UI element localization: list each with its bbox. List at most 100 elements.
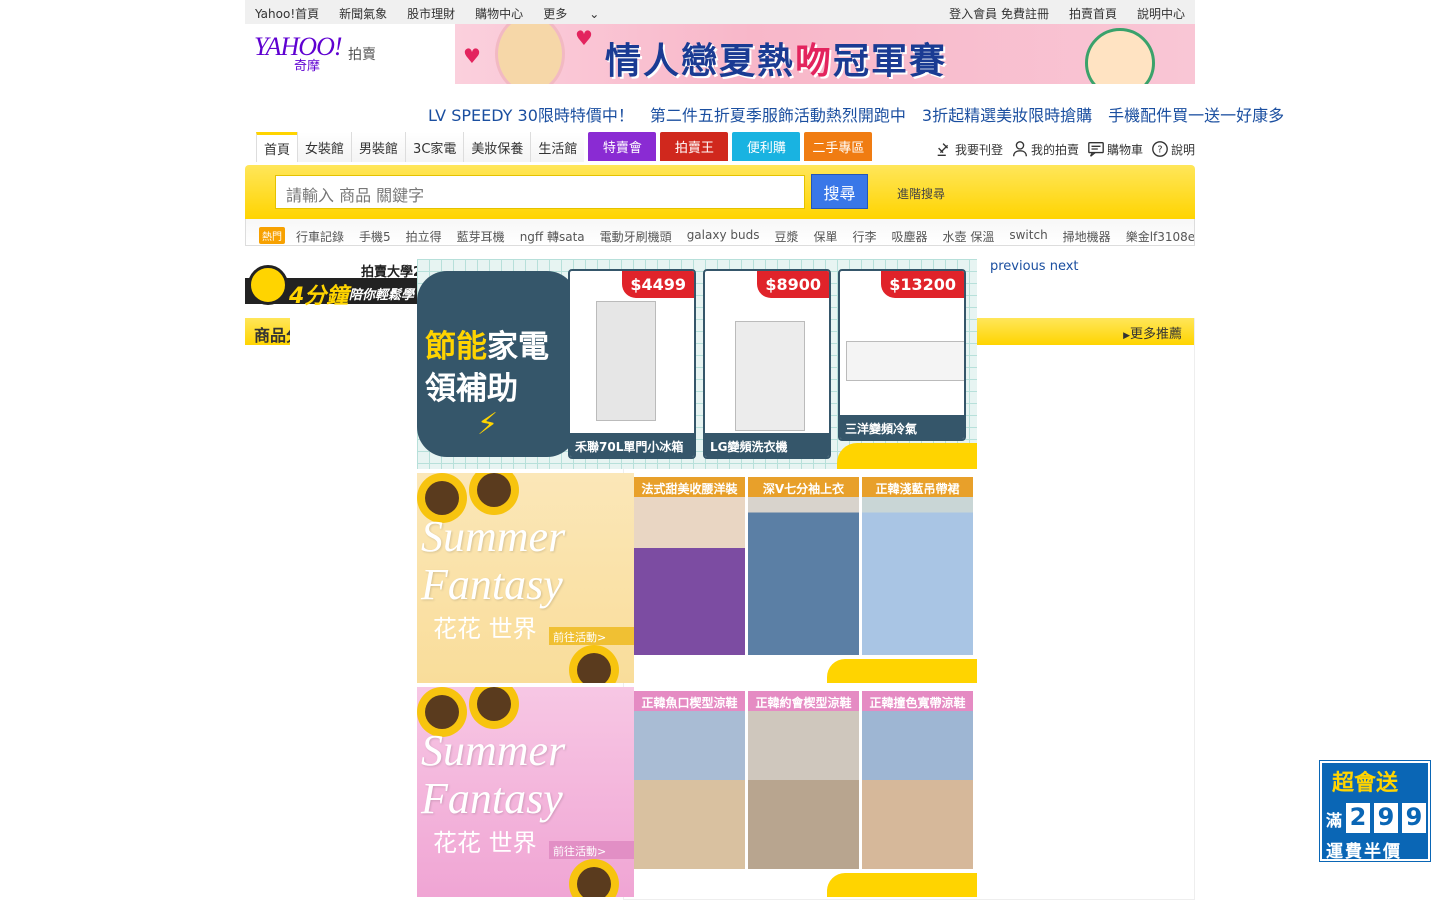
product-name: 三洋變頻冷氣 (840, 415, 964, 439)
tab-sale[interactable]: 特賣會 (588, 132, 657, 161)
help-center-link[interactable]: 說明中心 (1137, 5, 1185, 22)
hot-keyword[interactable]: switch (1009, 228, 1047, 245)
hot-keyword[interactable]: 拍立得 (406, 228, 442, 245)
product-label: 正韓淺藍吊帶裙 (862, 477, 973, 497)
hot-keyword[interactable]: 豆漿 (774, 228, 798, 245)
hot-keyword[interactable]: 樂金lf3108e (1126, 228, 1194, 245)
hot-keyword[interactable]: ngff 轉sata (520, 228, 585, 245)
top-nav-link[interactable]: 購物中心 (475, 5, 523, 22)
hot-keyword[interactable]: 電動牙刷機頭 (600, 228, 672, 245)
hot-keyword[interactable]: 行李 (853, 228, 877, 245)
next-link[interactable]: next (1050, 259, 1079, 274)
help-label: 說明 (1170, 143, 1195, 157)
fashion-ad-dresses[interactable]: Summer Fantasy 花花 世界 前往活動> 法式甜美收腰洋裝 深V七分… (417, 473, 977, 683)
user-icon (1012, 141, 1027, 157)
product-price: $4499 (622, 271, 694, 298)
promo-links: LV SPEEDY 30限時特價中！ 第二件五折夏季服飾活動熱烈開跑中 3折起精… (428, 102, 1284, 126)
gavel-icon (937, 143, 949, 156)
category-tabs: 首頁 女裝館 男裝館 3C家電 美妝保養 生活館 特賣會 拍賣王 便利購 二手專… (256, 132, 873, 162)
ad-left-panel: Summer Fantasy 花花 世界 前往活動> (417, 687, 634, 897)
more-recommend-link[interactable]: 更多推薦 (1130, 327, 1182, 342)
delivery-title: 超會送 (1332, 771, 1399, 796)
appliance-ad[interactable]: 節能家電 領補助 ⚡ $4499 禾聯70L單門小冰箱 $8900 LG變頻洗衣… (417, 259, 977, 469)
chevron-down-icon: ⌄ (589, 7, 600, 21)
sunflower-icon (577, 653, 611, 683)
washer-image (735, 321, 805, 431)
tab-home[interactable]: 首頁 (256, 132, 298, 162)
auction-home-link[interactable]: 拍賣首頁 (1069, 5, 1117, 22)
product-tile[interactable]: 法式甜美收腰洋裝 (634, 477, 745, 655)
top-nav-bar: Yahoo!首頁 新聞氣象 股市理財 購物中心 更多 ⌄ 登入會員 免費註冊 拍賣… (245, 0, 1195, 24)
hot-keyword[interactable]: 行車記錄 (296, 228, 344, 245)
product-card[interactable]: $8900 LG變頻洗衣機 (703, 269, 831, 459)
product-tile[interactable]: 正韓約會楔型涼鞋 (748, 691, 859, 869)
product-price: $8900 (757, 271, 829, 298)
product-card[interactable]: $4499 禾聯70L單門小冰箱 (568, 269, 696, 459)
uni-main-text: 4分鐘 (289, 284, 349, 309)
top-nav-link[interactable]: Yahoo!首頁 (255, 5, 319, 22)
search-button[interactable]: 搜尋 (811, 174, 868, 209)
hot-keyword[interactable]: 吸塵器 (892, 228, 928, 245)
promo-link[interactable]: 3折起精選美妝限時搶購 (922, 102, 1092, 126)
delivery-threshold-label: 滿 (1326, 811, 1343, 830)
more-menu[interactable]: 更多 ⌄ (543, 5, 619, 22)
hot-keyword[interactable]: 藍芽耳機 (457, 228, 505, 245)
banner-text-b: 冠軍賽 (833, 41, 948, 82)
product-card[interactable]: $13200 三洋變頻冷氣 (838, 269, 966, 441)
product-label: 正韓撞色寬帶涼鞋 (862, 691, 973, 711)
tab-men[interactable]: 男裝館 (351, 132, 406, 162)
chat-icon (1088, 142, 1104, 157)
heart-icon: ♥ (463, 44, 481, 68)
hot-keyword[interactable]: 掃地機器 (1063, 228, 1111, 245)
product-price: $13200 (881, 271, 964, 298)
ad-go-link[interactable]: 前往活動> (549, 841, 634, 859)
my-auction-link[interactable]: 我的拍賣 (1011, 140, 1079, 158)
tab-easy[interactable]: 便利購 (732, 132, 801, 161)
sell-link[interactable]: 我要刊登 (935, 140, 1003, 158)
cart-link[interactable]: 購物車 (1087, 140, 1143, 158)
help-icon: ? (1152, 141, 1168, 157)
hot-keyword[interactable]: 水壺 保溫 (943, 228, 995, 245)
product-tile[interactable]: 正韓魚口楔型涼鞋 (634, 691, 745, 869)
play-icon: ▶ (1123, 331, 1130, 341)
sunflower-icon (425, 695, 459, 729)
promo-link[interactable]: LV SPEEDY 30限時特價中！ (428, 102, 634, 126)
product-tile[interactable]: 深V七分袖上衣 (748, 477, 859, 655)
top-banner-ad[interactable]: ♥ ♥ 情人戀夏熱吻冠軍賽 (455, 24, 1195, 84)
tab-women[interactable]: 女裝館 (297, 132, 352, 162)
search-input[interactable]: 請輸入 商品 關鍵字 (275, 175, 805, 209)
previous-link[interactable]: previous (990, 259, 1046, 274)
hot-keyword[interactable]: galaxy buds (687, 228, 760, 245)
login-register-link[interactable]: 登入會員 免費註冊 (949, 5, 1049, 22)
product-name: 禾聯70L單門小冰箱 (570, 433, 694, 457)
top-nav-link[interactable]: 新聞氣象 (339, 5, 387, 22)
ad-script-2: Fantasy (421, 774, 563, 823)
hot-keyword[interactable]: 手機5 (359, 228, 391, 245)
product-tile[interactable]: 正韓撞色寬帶涼鞋 (862, 691, 973, 869)
product-label: 正韓魚口楔型涼鞋 (634, 691, 745, 711)
tab-3c[interactable]: 3C家電 (405, 132, 464, 162)
promo-link[interactable]: 手機配件買一送一好康多 (1108, 102, 1284, 126)
ad-go-link[interactable]: 前往活動> (549, 627, 634, 645)
ad-decor-bar (827, 873, 977, 897)
hot-keywords: 熱門 行車記錄 手機5 拍立得 藍芽耳機 ngff 轉sata 電動牙刷機頭 galaxy … (245, 219, 1195, 246)
tab-life[interactable]: 生活館 (530, 132, 585, 162)
top-nav-link[interactable]: 股市理財 (407, 5, 455, 22)
fashion-ad-sandals[interactable]: Summer Fantasy 花花 世界 前往活動> 正韓魚口楔型涼鞋 正韓約會… (417, 687, 977, 897)
product-tile[interactable]: 正韓淺藍吊帶裙 (862, 477, 973, 655)
help-link[interactable]: ? 說明 (1151, 140, 1195, 158)
hot-keyword[interactable]: 保單 (813, 228, 837, 245)
ad-script-2: Fantasy (421, 560, 563, 609)
cart-label: 購物車 (1106, 143, 1143, 157)
advanced-search-link[interactable]: 進階搜尋 (897, 185, 945, 202)
product-name: LG變頻洗衣機 (705, 433, 829, 457)
promo-link[interactable]: 第二件五折夏季服飾活動熱烈開跑中 (650, 102, 906, 126)
tab-beauty[interactable]: 美妝保養 (463, 132, 531, 162)
tab-king[interactable]: 拍賣王 (660, 132, 729, 161)
free-shipping-badge[interactable]: 超會送 滿 2 9 9 運費半價 (1319, 760, 1431, 862)
svg-text:?: ? (1157, 145, 1162, 156)
ad-title-white: 家電 (487, 329, 549, 365)
tab-secondhand[interactable]: 二手專區 (804, 132, 873, 161)
yahoo-auction-logo[interactable]: YAHOO! 奇摩 拍賣 (254, 32, 394, 76)
auction-university-banner[interactable]: 拍賣大學2.0 4分鐘 陪你輕鬆學 (245, 260, 441, 309)
